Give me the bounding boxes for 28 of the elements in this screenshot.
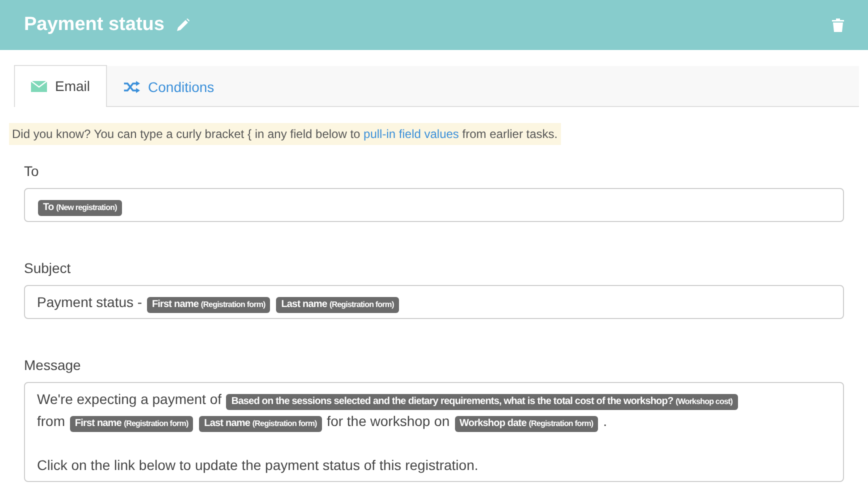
field-token[interactable]: Based on the sessions selected and the dietary requirements, what is the total cost of the workshop? (Workshop cost) [226,394,738,410]
field-token[interactable]: Last name (Registration form) [276,297,399,313]
field-token[interactable]: Workshop date (Registration form) [454,416,598,432]
input-field[interactable]: Payment status - First name (Registration form) Last name (Registration form) [24,285,844,319]
input-field[interactable] [24,382,844,482]
field-label: Subject [24,259,72,278]
field-text: We're expecting a payment of [37,391,222,407]
input-field[interactable]: To (New registration) [24,188,844,222]
trash-icon[interactable] [832,18,844,32]
field-token[interactable]: First name (Registration form) [146,297,270,313]
envelope-icon [31,81,47,92]
pull-in-link[interactable]: pull-in field values [364,127,459,141]
field-label: To [24,162,40,181]
field-text: Payment status - [37,294,142,310]
field-text: from [37,413,65,429]
field-token[interactable]: To (New registration) [38,200,122,216]
tab[interactable]: Conditions [107,66,232,107]
field-token[interactable]: First name (Registration form) [70,416,194,432]
field-text: . [603,413,607,429]
pencil-icon[interactable] [176,18,190,32]
field-label: Message [24,356,82,375]
panel-title: Payment status [24,12,164,37]
field-token[interactable]: Last name (Registration form) [199,416,322,432]
tip-text: Did you know? You can type a curly bracket { in any field below to pull-in field values from earlier tasks. [9,123,561,145]
field-text: Click on the link below to update the payment status of this registration. [37,457,478,473]
field-text: for the workshop on [326,413,450,429]
tab[interactable]: Email [14,65,108,107]
shuffle-icon [124,81,140,93]
